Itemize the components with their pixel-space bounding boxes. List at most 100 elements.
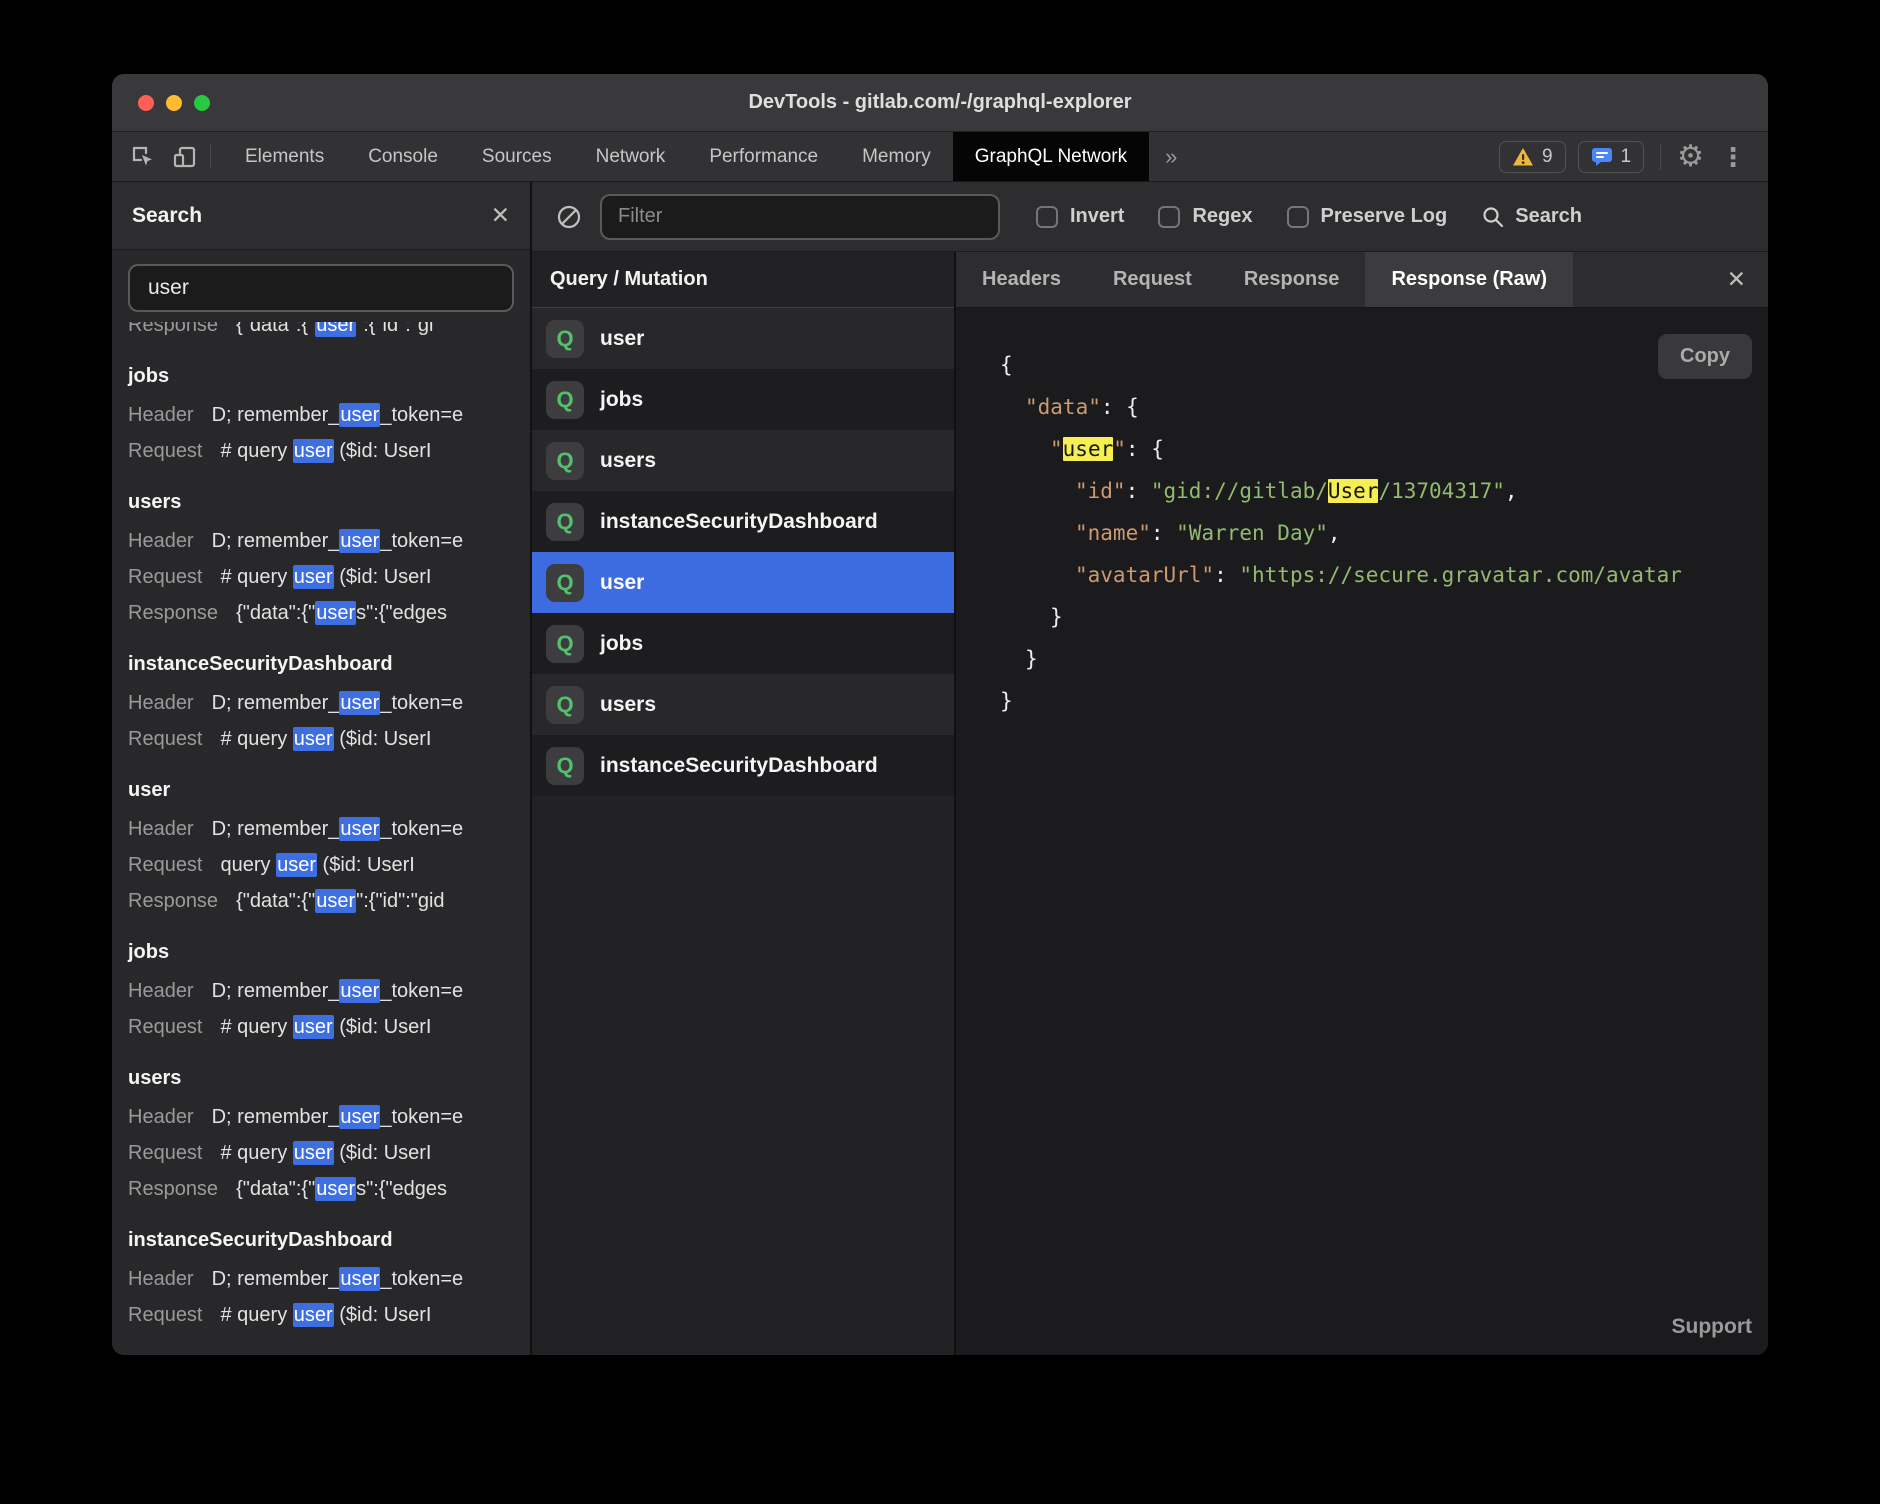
inspect-element-icon[interactable] [130, 144, 156, 170]
query-row-label: user [600, 571, 644, 595]
clear-log-icon[interactable] [556, 204, 582, 230]
search-result-line[interactable]: Request# query user ($id: UserI [128, 721, 514, 757]
search-result-line[interactable]: Response{"data":{"user":{"id":"gi [128, 322, 514, 343]
warnings-badge[interactable]: 9 [1499, 141, 1566, 173]
search-result-line[interactable]: HeaderD; remember_user_token=e [128, 1261, 514, 1297]
json-token: : [1126, 479, 1151, 503]
checkbox-invert[interactable]: Invert [1036, 205, 1124, 228]
json-token: } [1000, 689, 1013, 713]
search-result-section: user HeaderD; remember_user_token=eReques… [128, 774, 514, 919]
main-content: Search ✕ Response{"data":{"user":{"id":"… [112, 182, 1768, 1355]
copy-button[interactable]: Copy [1658, 334, 1752, 379]
search-result-line[interactable]: Response{"data":{"users":{"edges [128, 1171, 514, 1207]
detail-tab-response[interactable]: Response [1218, 252, 1366, 307]
filter-input[interactable] [600, 194, 1000, 240]
devtools-tab-graphql-network[interactable]: GraphQL Network [953, 132, 1149, 181]
result-line-label: Request [128, 847, 203, 883]
detail-tab-headers[interactable]: Headers [956, 252, 1087, 307]
search-close-icon[interactable]: ✕ [491, 204, 510, 227]
json-token: /13704317" [1378, 479, 1504, 503]
devtools-tab-console[interactable]: Console [346, 132, 460, 181]
detail-tab-request[interactable]: Request [1087, 252, 1218, 307]
result-line-content: # query user ($id: UserI [221, 559, 432, 595]
search-result-line[interactable]: Request# query user ($id: UserI [128, 1135, 514, 1171]
query-row-instancesecuritydashboard[interactable]: QinstanceSecurityDashboard [532, 491, 954, 552]
minimize-window-button[interactable] [166, 95, 182, 111]
filter-checkboxes: Invert Regex Preserve Log [1036, 205, 1447, 228]
checkbox-box-regex[interactable] [1158, 206, 1180, 228]
search-result-line[interactable]: Request# query user ($id: UserI [128, 1009, 514, 1045]
json-line: } [1000, 638, 1768, 680]
more-tabs-chevron[interactable]: » [1149, 132, 1193, 181]
devtools-tab-performance[interactable]: Performance [687, 132, 840, 181]
search-result-line[interactable]: HeaderD; remember_user_token=e [128, 811, 514, 847]
checkbox-box-invert[interactable] [1036, 206, 1058, 228]
query-row-label: instanceSecurityDashboard [600, 510, 878, 534]
result-text: ($id: UserI [334, 440, 432, 462]
json-token: { [1151, 437, 1164, 461]
search-result-line[interactable]: Response{"data":{"users":{"edges [128, 595, 514, 631]
support-link[interactable]: Support [1672, 1315, 1752, 1339]
panels-row: Query / Mutation QuserQjobsQusersQinstan… [532, 252, 1768, 1355]
result-text: ($id: UserI [334, 1142, 432, 1164]
query-row-jobs[interactable]: Qjobs [532, 369, 954, 430]
kebab-menu-icon[interactable]: ⋮ [1716, 144, 1750, 170]
search-result-line[interactable]: Response{"data":{"user":{"id":"gid [128, 883, 514, 919]
search-control[interactable]: Search [1481, 205, 1582, 229]
json-view: {"data": {"user": {"id": "gid://gitlab/U… [1000, 344, 1768, 722]
result-line-label: Header [128, 685, 194, 721]
result-line-label: Header [128, 1099, 194, 1135]
devtools-tab-elements[interactable]: Elements [223, 132, 346, 181]
search-result-line[interactable]: Header D; remember_user_token=e [128, 1099, 514, 1135]
devtools-tab-network[interactable]: Network [574, 132, 688, 181]
detail-close-icon[interactable]: ✕ [1727, 252, 1768, 307]
search-result-line[interactable]: Header D; remember_user_token=e [128, 685, 514, 721]
device-toolbar-icon[interactable] [172, 144, 198, 170]
json-token: "name" [1075, 521, 1151, 545]
search-match-highlight: user [339, 1267, 380, 1291]
result-text: D; remember_ [212, 404, 340, 426]
result-text: {"data":{" [236, 602, 315, 624]
messages-badge[interactable]: 1 [1578, 141, 1645, 173]
zoom-window-button[interactable] [194, 95, 210, 111]
query-row-user[interactable]: Quser [532, 308, 954, 369]
search-result-line[interactable]: HeaderD; remember_user_token=e [128, 397, 514, 433]
search-input-wrap [112, 250, 530, 322]
detail-tab-response-raw[interactable]: Response (Raw) [1365, 252, 1573, 307]
result-line-content: D; remember_user_token=e [212, 685, 464, 721]
query-row-instancesecuritydashboard[interactable]: QinstanceSecurityDashboard [532, 735, 954, 796]
json-token: : [1101, 395, 1126, 419]
search-result-line[interactable]: Request# query user ($id: UserI [128, 559, 514, 595]
search-result-line[interactable]: Request# query user ($id: UserI [128, 433, 514, 469]
checkbox-preserve-log[interactable]: Preserve Log [1287, 205, 1448, 228]
checkbox-box-preserve-log[interactable] [1287, 206, 1309, 228]
search-match-highlight: user [293, 727, 334, 751]
result-line-content: D; remember_user_token=e [212, 1099, 464, 1135]
devtools-tab-sources[interactable]: Sources [460, 132, 574, 181]
checkbox-regex[interactable]: Regex [1158, 205, 1252, 228]
result-section-name: user [128, 774, 514, 806]
settings-gear-icon[interactable]: ⚙ [1677, 142, 1704, 172]
query-type-badge: Q [546, 381, 584, 419]
search-match-highlight: user [339, 529, 380, 553]
search-result-line[interactable]: HeaderD; remember_user_token=e [128, 973, 514, 1009]
network-column: InvertRegexPreserve Log Search Query / M… [532, 182, 1768, 1355]
query-row-jobs[interactable]: Qjobs [532, 613, 954, 674]
result-section-name: jobs [128, 936, 514, 968]
result-text: s":{"edges [356, 1178, 447, 1200]
search-match-highlight: user [1063, 437, 1114, 461]
close-window-button[interactable] [138, 95, 154, 111]
devtools-tab-memory[interactable]: Memory [840, 132, 953, 181]
search-result-line[interactable]: Requestquery user ($id: UserI [128, 847, 514, 883]
json-token: , [1328, 521, 1341, 545]
query-row-user[interactable]: Quser [532, 552, 954, 613]
search-result-line[interactable]: Request# query user ($id: UserI [128, 1297, 514, 1333]
json-line: } [1000, 596, 1768, 638]
query-row-users[interactable]: Qusers [532, 430, 954, 491]
query-row-users[interactable]: Qusers [532, 674, 954, 735]
search-input[interactable] [128, 264, 514, 312]
search-result-line[interactable]: HeaderD; remember_user_token=e [128, 523, 514, 559]
result-text: {"data":{" [236, 322, 315, 336]
devtools-tabs: ElementsConsoleSourcesNetworkPerformance… [223, 132, 1149, 181]
detail-tab-bar: HeadersRequestResponseResponse (Raw) ✕ [956, 252, 1768, 308]
